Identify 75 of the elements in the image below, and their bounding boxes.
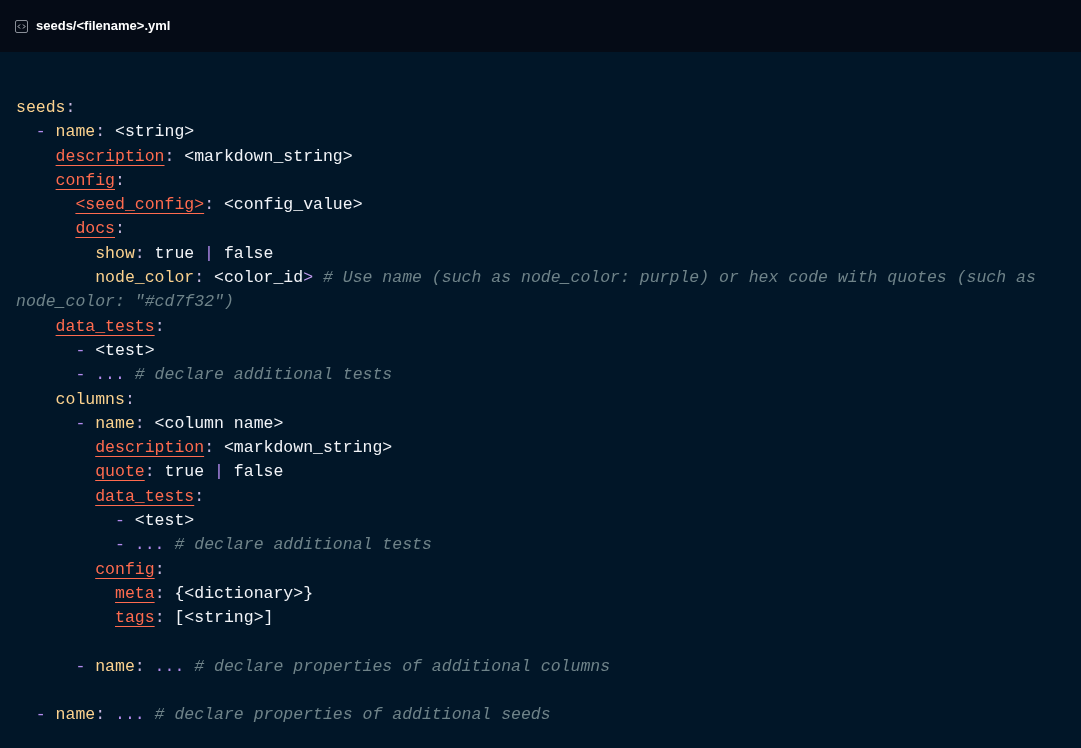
punctuation: :	[134, 655, 145, 678]
punctuation: :	[204, 194, 215, 217]
yaml-value: [<string>]	[174, 607, 274, 630]
yaml-key-link[interactable]: data_tests	[95, 484, 195, 510]
list-dash: -	[35, 704, 46, 727]
punctuation: :	[134, 242, 145, 265]
punctuation: |	[214, 461, 224, 484]
yaml-value: <config_value>	[223, 194, 363, 217]
yaml-key-link[interactable]: description	[95, 436, 205, 461]
punctuation: :	[204, 437, 215, 460]
punctuation: :	[144, 461, 155, 484]
yaml-value: true	[154, 242, 195, 265]
yaml-key: name	[55, 120, 96, 145]
punctuation: :	[115, 169, 125, 192]
punctuation: :	[134, 412, 145, 435]
code-comment: # declare properties of additional columns	[194, 655, 611, 678]
yaml-value: true	[164, 461, 205, 484]
yaml-key-link[interactable]: data_tests	[55, 314, 155, 339]
ellipsis: ...	[154, 655, 185, 678]
yaml-key-link[interactable]: quote	[95, 460, 145, 485]
list-dash: -	[75, 364, 86, 387]
yaml-key: columns	[55, 387, 125, 412]
yaml-value: <test>	[134, 510, 195, 533]
yaml-key-link[interactable]: config	[95, 557, 155, 582]
code-comment: # declare properties of additional seeds	[154, 704, 551, 727]
punctuation: :	[65, 97, 76, 119]
punctuation: |	[204, 242, 214, 265]
yaml-value: <markdown_string>	[223, 437, 393, 460]
code-comment: # Use name (such as node_color: purple) or hex code with quotes (such as	[322, 267, 1036, 290]
yaml-key-link[interactable]: docs	[75, 217, 115, 242]
punctuation: :	[164, 145, 175, 168]
code-comment: node_color: "#cd7f32")	[16, 292, 234, 312]
code-comment: # declare additional tests	[134, 364, 393, 387]
yaml-key-link[interactable]: description	[55, 144, 165, 169]
yaml-key: seeds	[16, 96, 66, 121]
yaml-key: name	[95, 411, 135, 437]
code-icon	[15, 19, 28, 33]
punctuation: :	[154, 558, 165, 581]
list-dash: -	[75, 412, 86, 435]
yaml-key-link[interactable]: tags	[115, 606, 155, 631]
yaml-value: <string>	[115, 121, 195, 144]
yaml-value: <markdown_string>	[184, 145, 353, 168]
punctuation: :	[194, 485, 205, 508]
yaml-key: node_color	[95, 266, 195, 291]
yaml-value: {<dictionary>}	[174, 582, 314, 605]
list-dash: -	[75, 339, 86, 362]
punctuation: :	[154, 315, 165, 338]
punctuation: >	[303, 267, 314, 290]
yaml-key: show	[95, 241, 135, 267]
list-dash: -	[115, 510, 125, 533]
file-path: seeds/<filename>.yml	[36, 17, 171, 36]
yaml-value: <column name>	[154, 412, 284, 435]
ellipsis: ...	[95, 364, 125, 387]
yaml-value: false	[223, 242, 274, 265]
punctuation: :	[115, 218, 125, 241]
yaml-key-link[interactable]: config	[55, 168, 115, 194]
code-comment: # declare additional tests	[174, 534, 432, 557]
ellipsis: ...	[134, 534, 165, 557]
list-dash: -	[75, 655, 86, 678]
punctuation: :	[154, 607, 165, 630]
list-dash: -	[35, 121, 46, 144]
punctuation: :	[154, 582, 165, 605]
punctuation: :	[95, 704, 106, 727]
yaml-value: <color_id	[214, 267, 304, 290]
yaml-value: <test>	[95, 339, 155, 362]
punctuation: :	[194, 267, 205, 290]
yaml-key-link[interactable]: meta	[115, 581, 155, 607]
yaml-key: name	[55, 703, 96, 728]
punctuation: :	[124, 388, 135, 411]
yaml-value: false	[233, 461, 284, 484]
punctuation: :	[95, 121, 106, 144]
yaml-key-link[interactable]: <seed_config>	[75, 193, 205, 218]
list-dash: -	[115, 534, 125, 557]
ellipsis: ...	[115, 704, 145, 727]
yaml-key: name	[95, 654, 135, 680]
